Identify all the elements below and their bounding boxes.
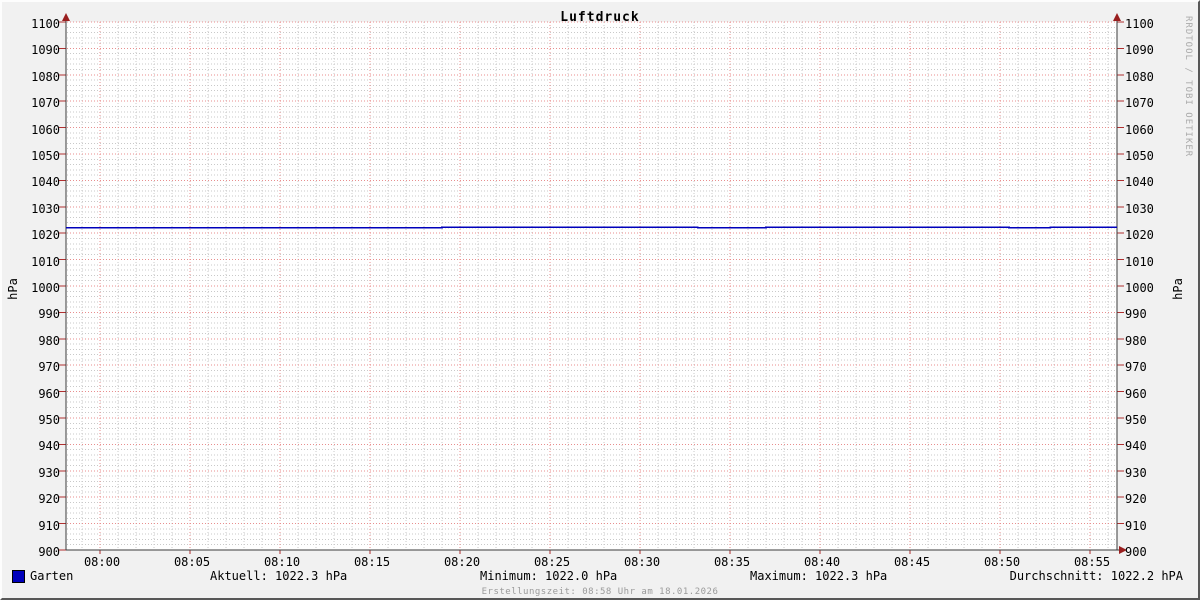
series-label: Garten — [30, 569, 74, 583]
y-tick-label-left: 1050 — [31, 149, 60, 163]
y-tick-label-right: 900 — [1125, 545, 1147, 559]
y-tick-label-right: 1040 — [1125, 175, 1154, 190]
y-tick-label-left: 1070 — [31, 96, 60, 111]
y-tick-label-left: 970 — [38, 360, 60, 375]
y-tick-label-left: 1080 — [31, 69, 60, 84]
y-tick-label-right: 960 — [1125, 386, 1147, 401]
y-tick-label-left: 900 — [38, 545, 60, 559]
x-tick-label: 08:35 — [713, 555, 751, 569]
y-tick-label-left: 950 — [38, 413, 60, 427]
x-tick-label: 08:50 — [983, 555, 1021, 569]
y-tick-label-left: 1030 — [31, 201, 60, 216]
y-tick-label-right: 990 — [1125, 307, 1147, 322]
x-tick-label: 08:40 — [803, 555, 841, 569]
y-tick-label-left: 930 — [38, 465, 60, 480]
y-tick-label-right: 1020 — [1125, 228, 1154, 243]
stat-minimum: Minimum: 1022.0 hPa — [480, 569, 618, 583]
y-tick-label-right: 1000 — [1125, 281, 1154, 295]
pressure-graph: Luftdruck hPa hPa RRDTOOL / TOBI OETIKER… — [0, 0, 1200, 600]
creation-timestamp: Erstellungszeit: 08:58 Uhr am 18.01.2026 — [481, 587, 719, 597]
y-tick-label-left: 920 — [38, 492, 60, 507]
legend-row: Garten Aktuell: 1022.3 hPa Minimum: 1022… — [2, 569, 1198, 584]
plot-area — [59, 13, 1127, 554]
y-tick-label-left: 1060 — [31, 122, 60, 137]
y-tick-label-right: 1030 — [1125, 201, 1154, 216]
y-tick-label-right: 930 — [1125, 465, 1147, 480]
y-tick-label-left: 1090 — [31, 43, 60, 58]
x-tick-label: 08:25 — [533, 555, 571, 569]
x-tick-label: 08:10 — [263, 555, 301, 569]
series-color-swatch — [12, 570, 25, 583]
x-tick-label: 08:45 — [893, 555, 931, 569]
x-tick-label: 08:55 — [1073, 555, 1111, 569]
y-tick-label-right: 970 — [1125, 360, 1147, 375]
y-tick-label-left: 910 — [38, 518, 60, 533]
x-tick-label: 08:00 — [83, 555, 121, 569]
y-tick-label-right: 940 — [1125, 439, 1147, 454]
rrdtool-watermark: RRDTOOL / TOBI OETIKER — [1183, 16, 1193, 158]
y-tick-label-left: 1100 — [31, 17, 60, 31]
y-tick-label-right: 1080 — [1125, 69, 1154, 84]
y-tick-label-right: 910 — [1125, 518, 1147, 533]
x-tick-label: 08:15 — [353, 555, 391, 569]
y-tick-label-left: 990 — [38, 307, 60, 322]
y-tick-label-right: 1050 — [1125, 149, 1154, 163]
y-tick-label-left: 1010 — [31, 254, 60, 269]
y-tick-label-right: 980 — [1125, 333, 1147, 348]
y-tick-label-left: 960 — [38, 386, 60, 401]
y-tick-label-left: 1040 — [31, 175, 60, 190]
y-tick-label-right: 1060 — [1125, 122, 1154, 137]
y-tick-label-right: 1100 — [1125, 17, 1154, 31]
y-tick-label-right: 1010 — [1125, 254, 1154, 269]
x-tick-label: 08:30 — [623, 555, 661, 569]
stat-aktuell: Aktuell: 1022.3 hPa — [210, 569, 348, 583]
y-tick-label-right: 1090 — [1125, 43, 1154, 58]
y-tick-label-left: 940 — [38, 439, 60, 454]
y-tick-label-right: 950 — [1125, 413, 1147, 427]
y-tick-label-right: 1070 — [1125, 96, 1154, 111]
y-tick-label-left: 1020 — [31, 228, 60, 243]
y-tick-label-left: 1000 — [31, 281, 60, 295]
y-tick-label-left: 980 — [38, 333, 60, 348]
x-tick-label: 08:05 — [173, 555, 211, 569]
x-tick-label: 08:20 — [443, 555, 481, 569]
stat-durchschnitt: Durchschnitt: 1022.2 hPA — [1009, 569, 1183, 583]
y-tick-label-right: 920 — [1125, 492, 1147, 507]
stat-maximum: Maximum: 1022.3 hPa — [750, 569, 888, 583]
